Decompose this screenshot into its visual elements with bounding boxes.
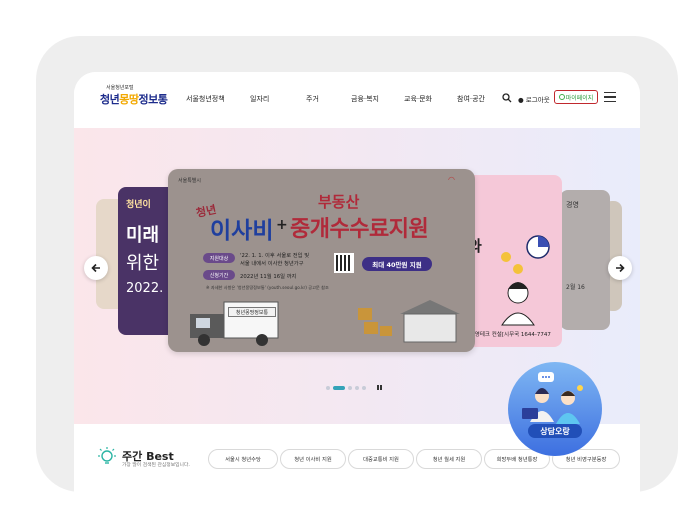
search-icon[interactable] xyxy=(502,93,512,103)
qr-code xyxy=(334,253,354,273)
nav-jobs[interactable]: 일자리 xyxy=(250,94,269,104)
best-tag[interactable]: 청년 이사비 지원 xyxy=(280,449,346,469)
chatbot-label: 상담오랑 xyxy=(528,424,582,438)
browser-screen: 서울청년포털 청년몽땅정보통 서울청년정책 일자리 주거 금융·복지 교육·문화… xyxy=(74,72,640,496)
carousel-prev-button[interactable] xyxy=(84,256,108,280)
best-tag[interactable]: 청년 월세 지원 xyxy=(416,449,482,469)
user-icon: ● xyxy=(518,96,524,104)
carousel-dot[interactable] xyxy=(326,385,330,390)
best-tag[interactable]: 대중교통비 지원 xyxy=(348,449,414,469)
nav-youth-policy[interactable]: 서울청년정책 xyxy=(186,94,225,104)
chatbot-button[interactable]: 상담오랑 xyxy=(508,362,602,456)
banner-card-right-2[interactable]: 경영 2월 16 xyxy=(560,190,610,330)
carousel-dot-active[interactable] xyxy=(333,385,345,390)
banner-card-right[interactable]: 와 을 영테크 컨설[시무국 1644-7747 xyxy=(466,175,562,347)
best-subtitle: 가장 많이 검색된 관심정보입니다. xyxy=(122,463,190,468)
arrow-right-icon xyxy=(616,263,625,273)
arrow-left-icon xyxy=(91,263,100,273)
nav-finance-welfare[interactable]: 금융·복지 xyxy=(351,94,379,104)
logout-link[interactable]: ● 로그아웃 xyxy=(518,94,550,104)
pause-icon[interactable] xyxy=(377,385,382,390)
chatbot-characters-icon xyxy=(522,372,583,424)
carousel-indicators xyxy=(326,385,382,390)
hamburger-menu-icon[interactable] xyxy=(604,92,616,102)
carousel-dot[interactable] xyxy=(355,385,359,390)
banner-card-active[interactable]: 서울특별시 ◠ 청년 이사비 + 부동산 중개수수료지원 지원대상 '22. 1… xyxy=(168,169,475,352)
site-header: 서울청년포털 청년몽땅정보통 서울청년정책 일자리 주거 금융·복지 교육·문화… xyxy=(74,72,640,128)
moving-truck-illustration xyxy=(190,300,460,346)
logo-wordmark: 청년몽땅정보통 xyxy=(100,93,168,106)
carousel-next-button[interactable] xyxy=(608,256,632,280)
nav-participation-space[interactable]: 참여·공간 xyxy=(457,94,485,104)
site-logo[interactable]: 서울청년포털 청년몽땅정보통 xyxy=(100,84,170,116)
nav-education-culture[interactable]: 교육·문화 xyxy=(404,94,432,104)
carousel-dot[interactable] xyxy=(362,385,366,390)
finance-illustration xyxy=(501,235,550,326)
logo-caption: 서울청년포털 xyxy=(106,85,134,91)
agency-label: 서울특별시 xyxy=(178,178,202,184)
lightbulb-icon xyxy=(98,447,116,464)
best-tag[interactable]: 서울시 청년수당 xyxy=(208,449,278,469)
nav-housing[interactable]: 주거 xyxy=(306,94,319,104)
mypage-button[interactable]: 마이페이지 xyxy=(554,90,598,104)
mypage-icon xyxy=(558,94,565,100)
seoul-seal-icon: ◠ xyxy=(448,175,455,184)
carousel-dot[interactable] xyxy=(348,385,352,390)
